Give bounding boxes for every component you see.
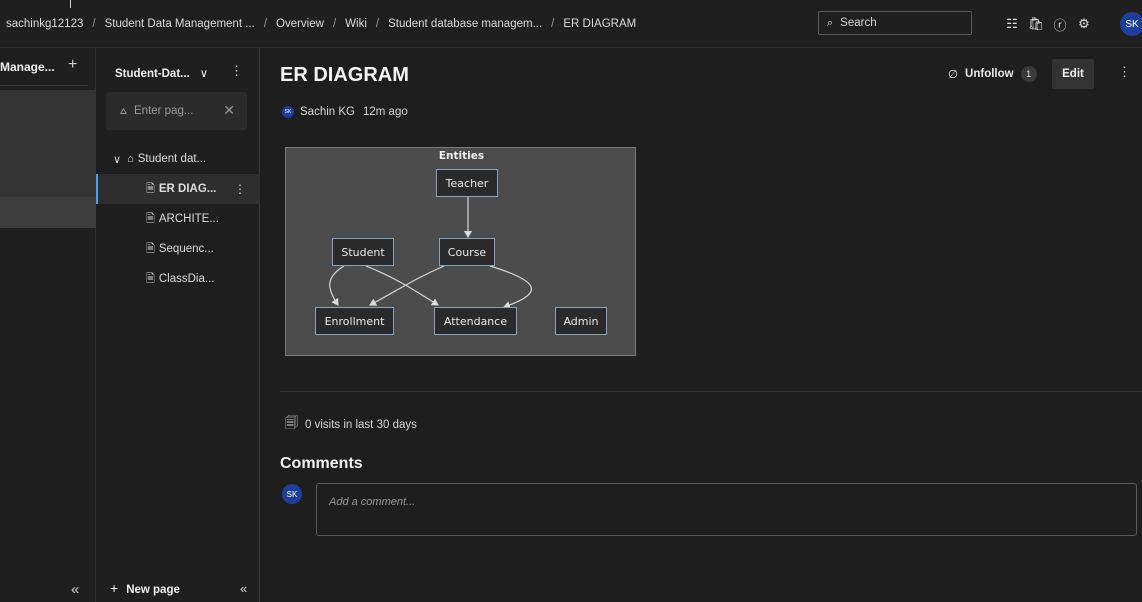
more-options-icon[interactable]: ⋮: [1118, 64, 1131, 80]
breadcrumb-separator: /: [375, 17, 380, 30]
author-name[interactable]: Sachin KG: [300, 106, 355, 118]
breadcrumb-separator: /: [92, 17, 96, 30]
breadcrumb-separator: /: [263, 17, 268, 30]
tree-item-label: Sequenc...: [158, 243, 214, 255]
filter-icon: ⩟: [120, 104, 127, 117]
entity-attendance: Attendance: [434, 307, 517, 335]
visits-icon: 🗐︎: [285, 415, 298, 430]
tree-item-root[interactable]: ∨ ⌂ Student dat...: [96, 144, 260, 174]
user-settings-icon[interactable]: ⚙: [1072, 12, 1096, 36]
collapse-tree-icon[interactable]: «: [240, 581, 247, 596]
er-diagram: Entities Teacher Student Course Enrollme…: [285, 147, 636, 356]
breadcrumb-current-page[interactable]: ER DIAGRAM: [563, 18, 636, 30]
edge-student-attendance: [365, 265, 439, 306]
rail-nav-item-selected[interactable]: [0, 197, 96, 228]
new-page-label: New page: [126, 584, 180, 596]
breadcrumb-separator: /: [551, 17, 555, 30]
diagram-group-title: Entities: [438, 150, 485, 162]
page-author-line: SK Sachin KG 12m ago: [282, 106, 408, 118]
rail-nav-group[interactable]: [0, 90, 96, 197]
follower-count-badge: 1: [1020, 66, 1037, 82]
search-icon: ⌕: [827, 16, 834, 29]
entity-admin: Admin: [555, 307, 607, 335]
tree-item-er-diagram[interactable]: 🗎︎ ER DIAG... ⋮: [96, 174, 260, 204]
breadcrumb-organization[interactable]: sachinkg12123: [6, 18, 83, 30]
project-rail: Manage... + «: [0, 48, 96, 602]
wiki-tree-panel: Student-Dat... ∨ ⋮ ⩟ Enter pag... ✕ ∨ ⌂ S…: [96, 48, 260, 602]
comments-heading: Comments: [280, 455, 363, 472]
search-input[interactable]: ⌕ Search: [818, 11, 972, 35]
tree-item-sequence[interactable]: 🗎︎ Sequenc...: [96, 234, 260, 264]
chevron-down-icon[interactable]: ∨: [113, 153, 121, 166]
project-name[interactable]: Manage...: [0, 60, 55, 74]
edge-course-attendance: [489, 265, 532, 309]
commenter-avatar: SK: [282, 484, 302, 504]
breadcrumb: sachinkg12123 / Student Data Management …: [0, 18, 636, 30]
add-icon[interactable]: +: [68, 56, 77, 74]
page-icon: 🗎︎: [146, 212, 155, 225]
home-icon: ⌂: [127, 153, 134, 165]
help-icon[interactable]: ⓡ: [1048, 12, 1072, 36]
page-filter-input[interactable]: ⩟ Enter pag... ✕: [106, 92, 247, 130]
breadcrumb-wiki-name[interactable]: Student database managem...: [388, 18, 542, 30]
more-options-icon[interactable]: ⋮: [234, 182, 246, 196]
edge-student-enrollment: [329, 265, 345, 306]
entity-course: Course: [439, 238, 495, 266]
page-icon: 🗎︎: [146, 242, 155, 255]
filter-placeholder: Enter pag...: [134, 105, 194, 117]
chevron-down-icon: ∨: [199, 68, 209, 80]
entity-teacher: Teacher: [436, 169, 498, 197]
visits-text: 0 visits in last 30 days: [305, 419, 417, 431]
top-bar: sachinkg12123 / Student Data Management …: [0, 0, 1142, 48]
breadcrumb-project[interactable]: Student Data Management ...: [105, 18, 255, 30]
wiki-selector[interactable]: Student-Dat... ∨: [115, 66, 208, 80]
entity-enrollment: Enrollment: [315, 307, 394, 335]
page-title: ER DIAGRAM: [280, 64, 409, 86]
page-icon: 🗎︎: [146, 272, 155, 285]
page-icon: 🗎︎: [146, 182, 155, 195]
top-toolbar: ☷ 🛍︎ ⓡ ⚙: [1000, 12, 1096, 36]
window-edge-marker: [70, 0, 71, 8]
tree-item-architecture[interactable]: 🗎︎ ARCHITE...: [96, 204, 260, 234]
bell-off-icon: ∅: [948, 69, 959, 81]
edit-button[interactable]: Edit: [1052, 59, 1094, 89]
content-divider: [280, 391, 1142, 392]
last-edited-time: 12m ago: [362, 106, 408, 118]
tree-item-label: ER DIAG...: [158, 183, 217, 195]
breadcrumb-wiki[interactable]: Wiki: [345, 18, 367, 30]
tree-item-label: ClassDia...: [158, 273, 215, 285]
breadcrumb-separator: /: [332, 17, 337, 30]
plus-icon: +: [110, 580, 119, 596]
wiki-selector-label: Student-Dat...: [115, 68, 190, 80]
unfollow-label: Unfollow: [965, 68, 1014, 80]
author-avatar[interactable]: SK: [282, 106, 294, 118]
task-list-icon[interactable]: ☷: [1000, 12, 1024, 36]
new-page-button[interactable]: + New page: [110, 580, 180, 596]
search-placeholder: Search: [840, 17, 877, 29]
entity-student: Student: [332, 238, 394, 266]
tree-item-label: Student dat...: [137, 153, 207, 165]
add-comment-input[interactable]: Add a comment...: [316, 483, 1137, 536]
more-options-icon[interactable]: ⋮: [230, 63, 243, 79]
user-avatar[interactable]: SK: [1120, 12, 1142, 36]
unfollow-button[interactable]: ∅ Unfollow 1: [948, 66, 1037, 82]
collapse-rail-icon[interactable]: «: [71, 581, 79, 598]
breadcrumb-overview[interactable]: Overview: [276, 18, 324, 30]
rail-divider: [0, 85, 88, 86]
clear-filter-icon[interactable]: ✕: [223, 102, 235, 119]
tree-item-class-diagram[interactable]: 🗎︎ ClassDia...: [96, 264, 260, 294]
marketplace-icon[interactable]: 🛍︎: [1024, 12, 1048, 36]
page-visits: 🗐︎ 0 visits in last 30 days: [285, 414, 417, 436]
tree-item-label: ARCHITE...: [158, 213, 219, 225]
